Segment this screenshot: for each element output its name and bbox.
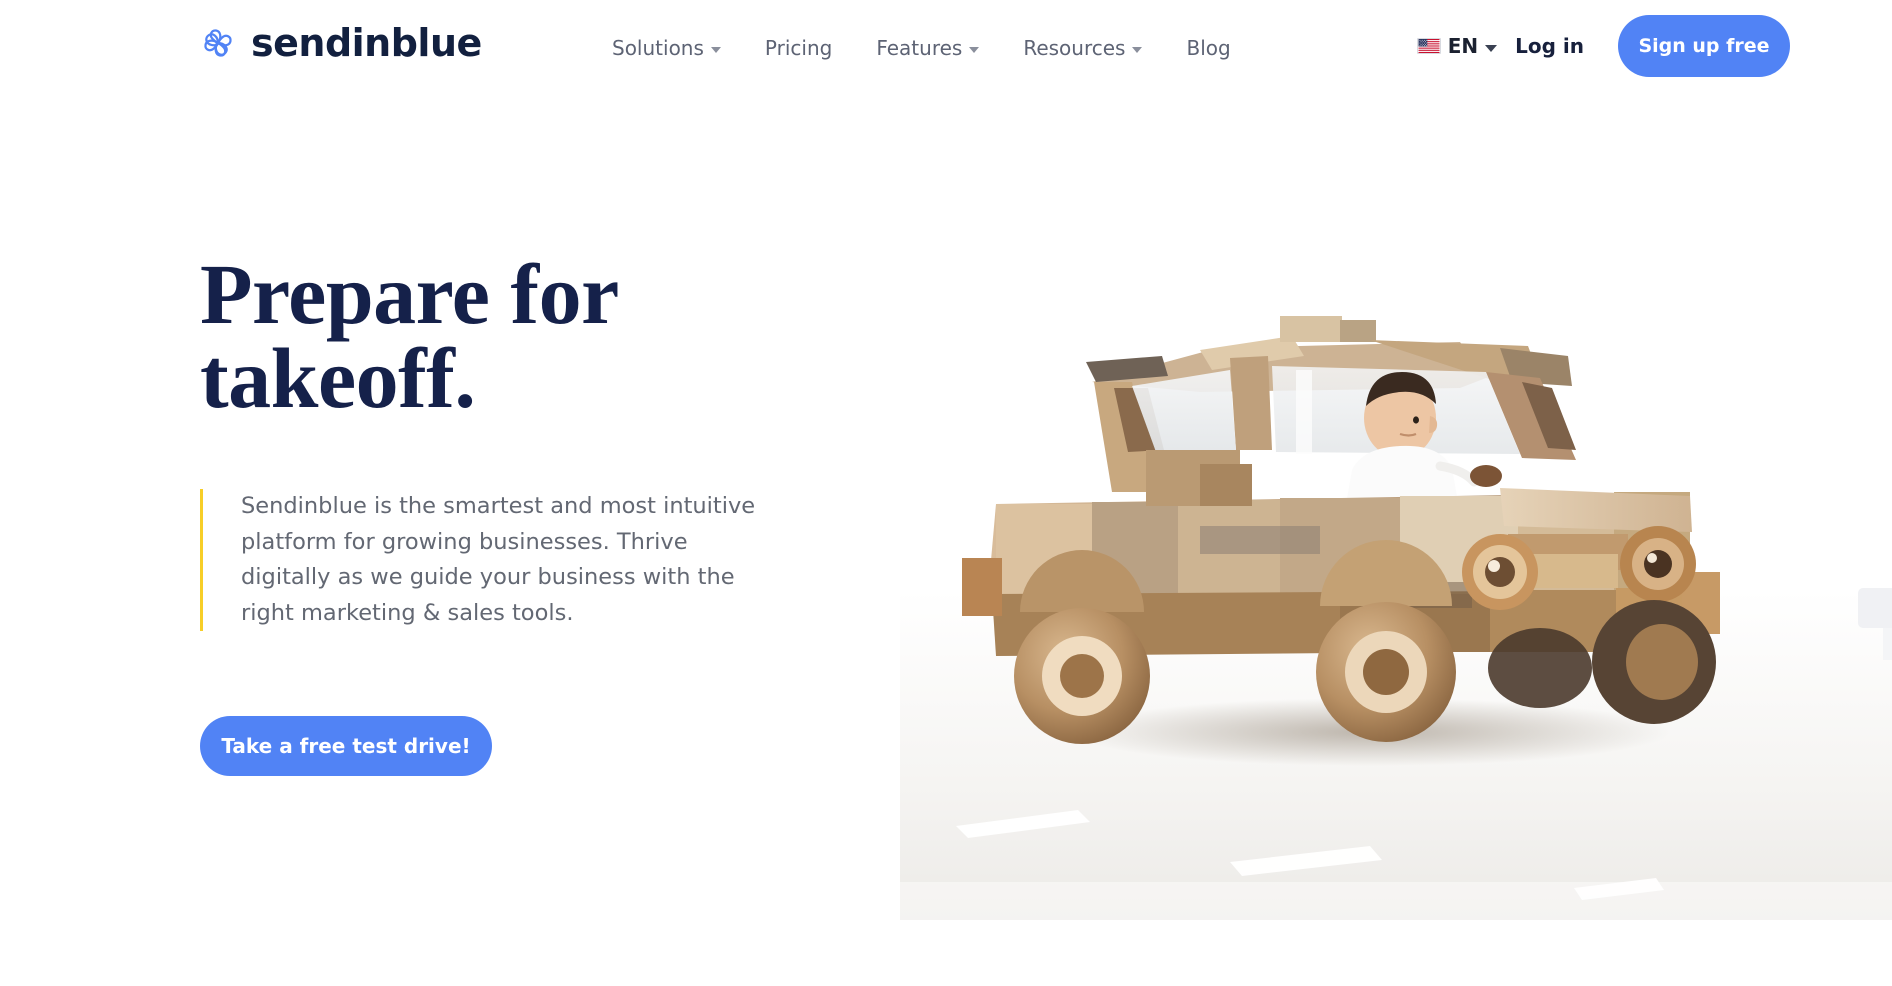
edge-widget-tail-artifact [1883,628,1892,660]
nav-label-features: Features [876,36,963,60]
language-code: EN [1447,34,1479,58]
brand-name: sendinblue [251,21,482,65]
nav-label-blog: Blog [1186,36,1231,60]
landing-page: sendinblue Solutions Pricing Features Re… [0,0,1892,986]
language-selector[interactable]: EN [1416,34,1498,58]
chevron-down-icon [969,46,980,53]
page-title: Prepare for takeoff. [200,246,900,427]
brand-logo-link[interactable]: sendinblue [197,22,482,64]
chevron-down-icon [1485,44,1498,52]
main-nav: Solutions Pricing Features Resources Blo… [612,36,1253,60]
site-header: sendinblue Solutions Pricing Features Re… [0,0,1892,100]
login-link[interactable]: Log in [1515,34,1584,58]
nav-item-solutions[interactable]: Solutions [612,36,743,60]
wooden-toy-car-image [900,120,1892,920]
nav-item-pricing[interactable]: Pricing [743,36,854,60]
hero-image-container [900,120,1892,920]
hero-description: Sendinblue is the smartest and most intu… [241,493,756,626]
signup-button[interactable]: Sign up free [1618,15,1790,77]
headline-line-2: takeoff. [200,330,476,427]
chevron-down-icon [710,46,721,53]
header-actions: EN Log in Sign up free [1416,15,1892,77]
us-flag-icon [1416,38,1441,54]
nav-label-solutions: Solutions [612,36,704,60]
chevron-down-icon [1132,46,1143,53]
nav-label-pricing: Pricing [764,36,833,60]
nav-label-resources: Resources [1023,36,1126,60]
nav-item-resources[interactable]: Resources [1001,36,1164,60]
nav-item-features[interactable]: Features [854,36,1001,60]
hero-heading-block: Prepare for takeoff. [200,246,900,427]
sendinblue-pinwheel-logo-icon [197,22,239,64]
headline-line-1: Prepare for [200,246,619,342]
edge-widget-artifact[interactable] [1858,588,1892,628]
nav-item-blog[interactable]: Blog [1164,36,1252,60]
hero-lede-block: Sendinblue is the smartest and most intu… [200,489,763,632]
hero-cta-button[interactable]: Take a free test drive! [200,716,492,776]
